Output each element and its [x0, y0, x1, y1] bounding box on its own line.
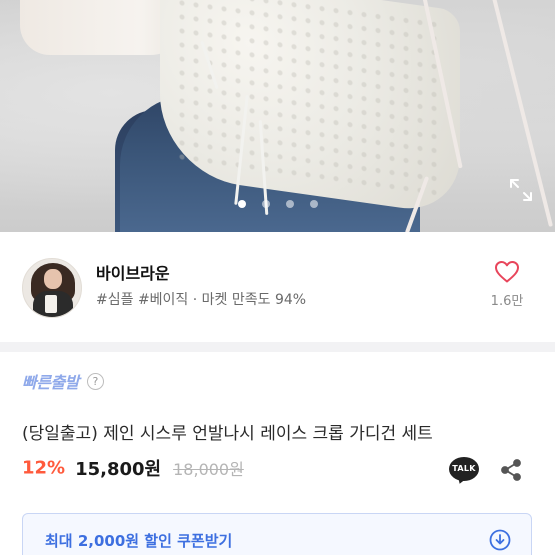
original-price: 18,000원	[173, 460, 244, 479]
download-icon	[489, 529, 511, 551]
like-count: 1.6만	[490, 294, 524, 309]
product-image-carousel[interactable]	[0, 0, 555, 232]
seller-tags: #심플 #베이직 · 마켓 만족도 94%	[96, 292, 307, 308]
product-title: (당일출고) 제인 시스루 언발나시 레이스 크롭 가디건 세트	[22, 424, 433, 444]
carousel-dot[interactable]	[285, 199, 294, 208]
fast-shipping-label: 빠른출발	[22, 373, 79, 392]
sale-price: 15,800원	[75, 459, 162, 480]
seller-avatar[interactable]	[22, 258, 82, 318]
help-icon[interactable]: ?	[86, 372, 104, 390]
talk-label: TALK	[449, 457, 479, 481]
heart-icon	[495, 261, 519, 283]
expand-icon[interactable]	[507, 176, 535, 204]
carousel-dot[interactable]	[261, 199, 270, 208]
coupon-button[interactable]: 최대 2,000원 할인 쿠폰받기	[22, 513, 532, 555]
like-button[interactable]: 1.6만	[487, 260, 527, 309]
fast-shipping-badge: 빠른출발?	[22, 369, 104, 392]
share-icon[interactable]	[499, 458, 523, 482]
seller-name[interactable]: 바이브라운	[96, 260, 170, 284]
carousel-indicator	[0, 193, 555, 208]
section-divider	[0, 342, 555, 352]
kakaotalk-icon[interactable]: TALK	[449, 457, 479, 486]
price-row: 12% 15,800원 18,000원	[22, 455, 244, 481]
coupon-label: 최대 2,000원 할인 쿠폰받기	[45, 532, 233, 550]
carousel-dot[interactable]	[309, 199, 318, 208]
seller-section: 바이브라운 #심플 #베이직 · 마켓 만족도 94% 1.6만	[0, 232, 555, 342]
discount-rate: 12%	[22, 457, 66, 479]
carousel-dot[interactable]	[237, 199, 246, 208]
